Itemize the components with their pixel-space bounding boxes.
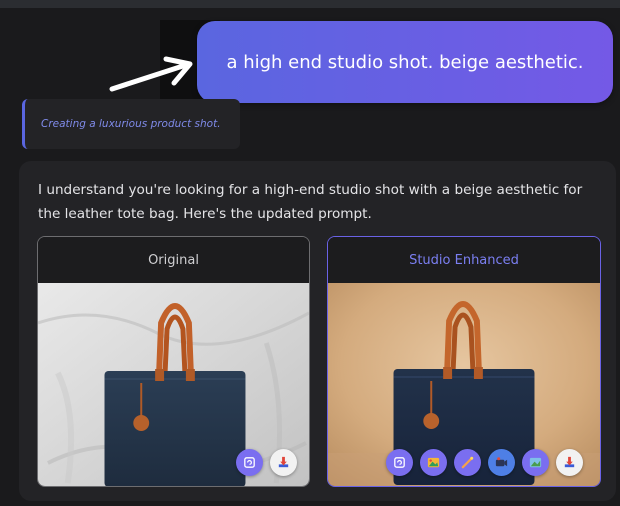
download-icon [564, 456, 575, 468]
top-bar [0, 0, 620, 8]
image-edit-icon [529, 457, 542, 468]
original-label: Original [148, 252, 199, 268]
enhanced-panel-header: Studio Enhanced [328, 237, 600, 283]
gallery-button[interactable] [420, 449, 447, 476]
video-camera-icon [495, 457, 508, 467]
refresh-icon [394, 457, 405, 468]
download-icon [278, 456, 289, 468]
enhanced-image-panel[interactable]: Studio Enhanced [327, 236, 601, 487]
image-edit-button[interactable] [522, 449, 549, 476]
video-button[interactable] [488, 449, 515, 476]
enhanced-actions [386, 449, 583, 476]
user-message-text: a high end studio shot. beige aesthetic. [226, 51, 584, 73]
original-image-panel[interactable]: Original [37, 236, 310, 487]
original-actions [236, 449, 297, 476]
refresh-icon [244, 457, 255, 468]
status-indicator: Creating a luxurious product shot. [22, 99, 240, 149]
original-panel-header: Original [38, 237, 309, 283]
refresh-button[interactable] [386, 449, 413, 476]
image-gallery-icon [427, 457, 440, 468]
user-message-bubble: a high end studio shot. beige aesthetic. [197, 21, 613, 103]
annotation-arrow-icon [109, 56, 193, 92]
enhanced-label: Studio Enhanced [409, 252, 519, 268]
status-text: Creating a luxurious product shot. [41, 118, 221, 130]
refresh-button[interactable] [236, 449, 263, 476]
magic-wand-button[interactable] [454, 449, 481, 476]
download-button[interactable] [556, 449, 583, 476]
magic-wand-icon [461, 456, 474, 469]
assistant-message-text: I understand you're looking for a high-e… [38, 182, 583, 222]
download-button[interactable] [270, 449, 297, 476]
